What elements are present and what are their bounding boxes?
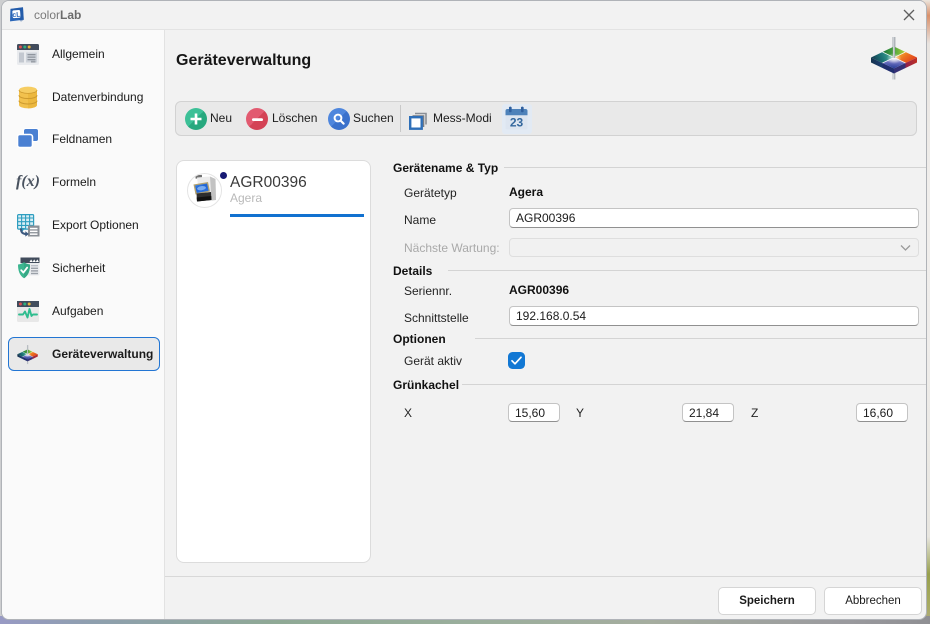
svg-text:23: 23 bbox=[510, 116, 524, 130]
svg-text:cL: cL bbox=[12, 12, 20, 20]
